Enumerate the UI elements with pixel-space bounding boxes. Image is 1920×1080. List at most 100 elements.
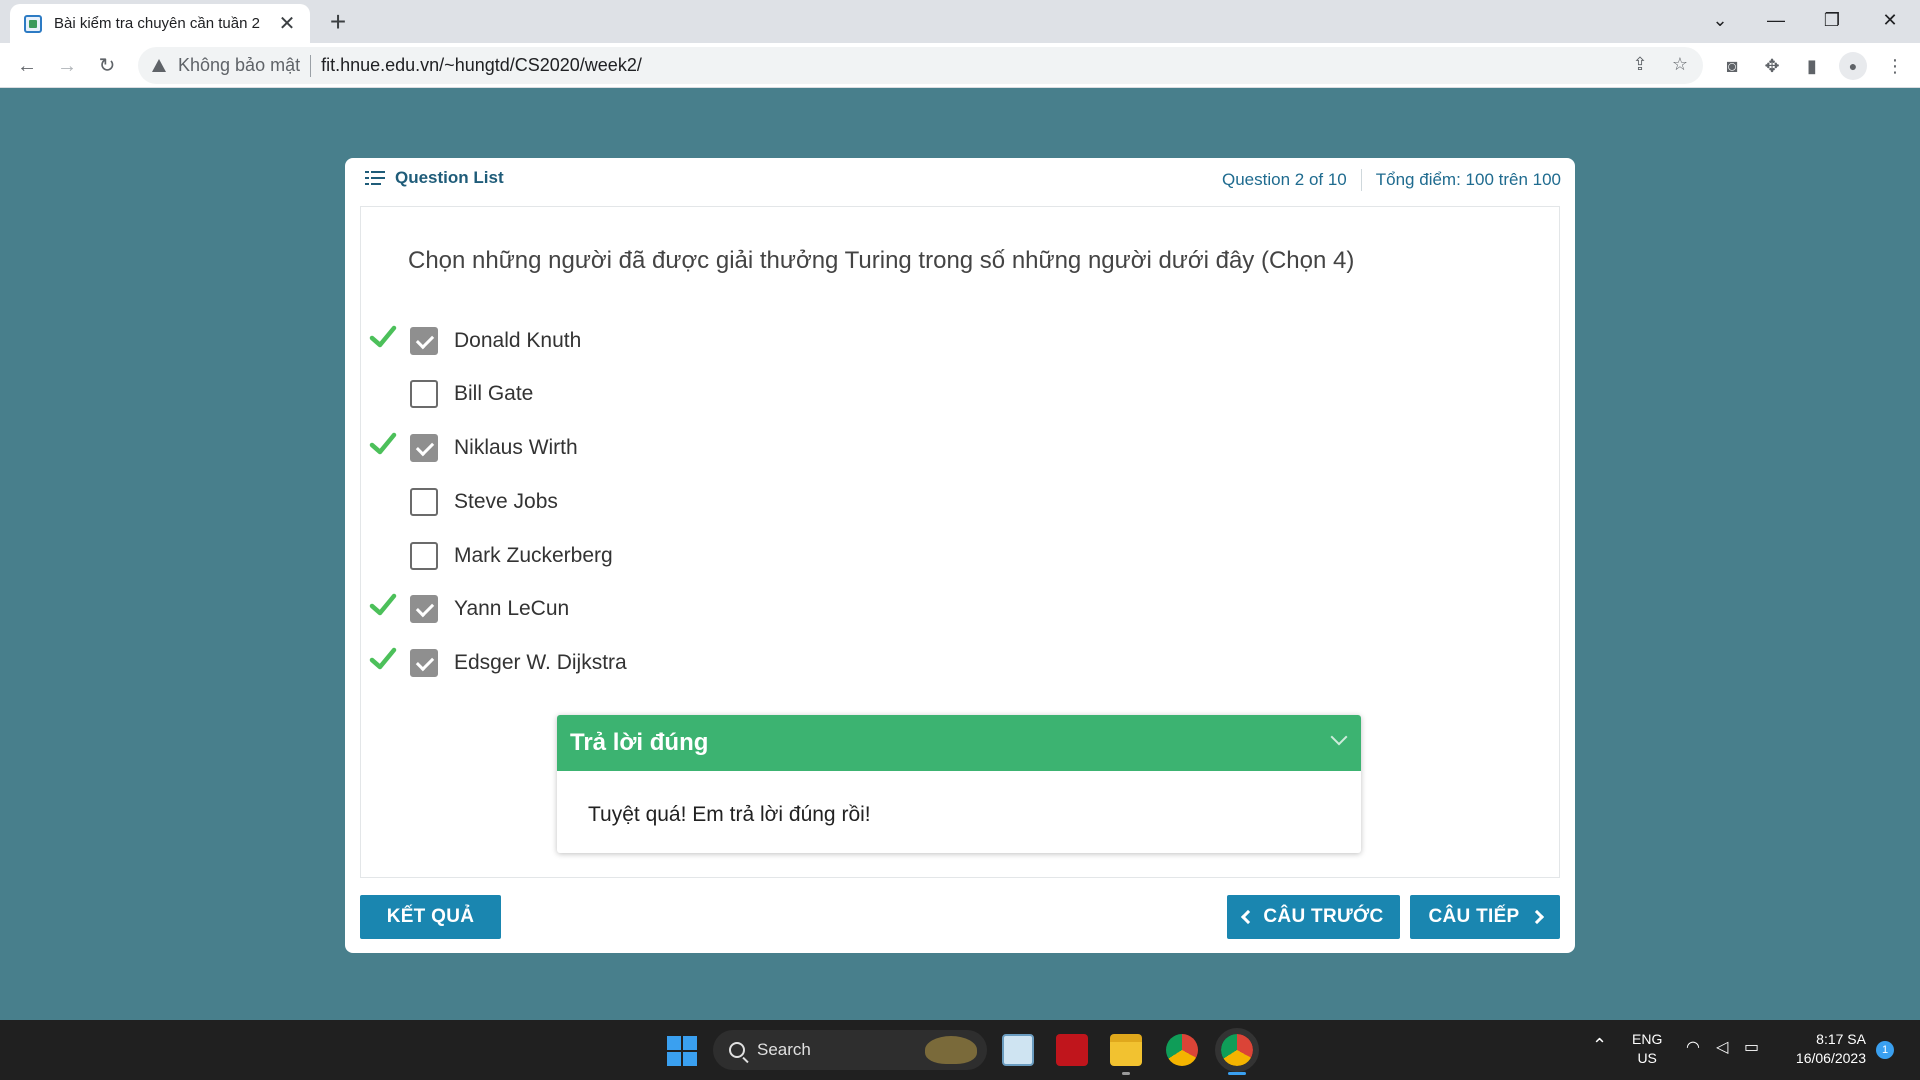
restore-button[interactable]: ❐: [1804, 0, 1860, 40]
answer-label[interactable]: Niklaus Wirth: [454, 436, 578, 460]
question-panel: Chọn những người đã được giải thưởng Tur…: [360, 206, 1560, 878]
camera-icon[interactable]: ◙: [1715, 49, 1749, 83]
language-indicator[interactable]: ENG US: [1632, 1030, 1662, 1068]
search-icon: [729, 1042, 745, 1058]
chrome-icon[interactable]: [1166, 1034, 1198, 1066]
question-list-button[interactable]: Question List: [365, 168, 504, 188]
answer-checkbox[interactable]: [410, 488, 438, 516]
answer-checkbox[interactable]: [410, 380, 438, 408]
new-tab-button[interactable]: +: [322, 6, 354, 38]
app-active-indicator: [1228, 1072, 1246, 1075]
answer-option[interactable]: Steve Jobs: [361, 480, 961, 520]
address-bar-actions: ⇪ ☆: [1627, 51, 1693, 77]
feedback-box: Trả lời đúng Tuyệt quá! Em trả lời đúng …: [557, 715, 1361, 853]
list-icon: [365, 171, 385, 185]
answer-checkbox[interactable]: [410, 595, 438, 623]
correct-check-icon: [369, 647, 397, 670]
address-separator: [310, 54, 312, 77]
previous-button-label: CÂU TRƯỚC: [1263, 906, 1384, 927]
taskbar-search-box[interactable]: Search: [713, 1030, 987, 1070]
answer-option[interactable]: Bill Gate: [361, 372, 961, 412]
tab-title: Bài kiểm tra chuyên cần tuần 2: [54, 15, 260, 32]
header-divider: [1360, 169, 1362, 191]
taskbar: Search ⌃ ENG US ◠ ◁ ▭ 8:17 SA 16/06/2023…: [0, 1020, 1920, 1080]
next-button-label: CÂU TIẾP: [1428, 906, 1520, 927]
file-explorer-icon[interactable]: [1110, 1034, 1142, 1066]
app-running-indicator: [1122, 1072, 1130, 1075]
answer-option[interactable]: Edsger W. Dijkstra: [361, 641, 961, 681]
quiz-card: Question List Question 2 of 10 Tổng điểm…: [345, 158, 1575, 953]
feedback-message: Tuyệt quá! Em trả lời đúng rồi!: [588, 803, 871, 826]
show-hidden-icons-chevron-icon[interactable]: ⌃: [1592, 1036, 1607, 1055]
result-button-label: KẾT QUẢ: [386, 906, 475, 927]
answer-option[interactable]: Yann LeCun: [361, 587, 961, 627]
correct-check-icon: [369, 325, 397, 348]
answer-checkbox[interactable]: [410, 434, 438, 462]
reload-icon[interactable]: ↻: [90, 49, 124, 83]
monitor-app-icon[interactable]: [1002, 1034, 1034, 1066]
feedback-title: Trả lời đúng: [570, 729, 709, 756]
clock[interactable]: 8:17 SA 16/06/2023: [1784, 1030, 1866, 1068]
clock-time: 8:17 SA: [1816, 1031, 1866, 1047]
browser-toolbar: ← → ↻ Không bảo mật fit.hnue.edu.vn/~hun…: [0, 43, 1920, 88]
back-arrow-icon[interactable]: ←: [10, 49, 44, 83]
answer-option[interactable]: Donald Knuth: [361, 319, 961, 359]
profile-avatar-icon[interactable]: ●: [1839, 52, 1867, 80]
answer-label[interactable]: Steve Jobs: [454, 490, 558, 514]
close-window-button[interactable]: ✕: [1862, 0, 1918, 40]
search-highlight-image: [925, 1036, 977, 1064]
wifi-icon[interactable]: ◠: [1686, 1038, 1700, 1057]
share-icon[interactable]: ⇪: [1627, 51, 1653, 77]
language-line1: ENG: [1632, 1031, 1663, 1047]
correct-check-icon: [369, 593, 397, 616]
answer-checkbox[interactable]: [410, 542, 438, 570]
browser-tab-bar: Bài kiểm tra chuyên cần tuần 2 ✕ + ⌄ — ❐…: [0, 0, 1920, 43]
volume-icon[interactable]: ◁: [1716, 1038, 1728, 1057]
chevron-right-icon: [1529, 909, 1544, 925]
answer-checkbox[interactable]: [410, 649, 438, 677]
previous-question-button[interactable]: CÂU TRƯỚC: [1227, 895, 1400, 939]
quiz-header: Question List Question 2 of 10 Tổng điểm…: [345, 158, 1575, 206]
browser-menu-icon[interactable]: ⋮: [1878, 49, 1912, 83]
tab-search-icon[interactable]: ⌄: [1692, 0, 1748, 40]
question-text: Chọn những người đã được giải thưởng Tur…: [408, 247, 1355, 274]
answer-label[interactable]: Yann LeCun: [454, 597, 569, 621]
answer-option[interactable]: Mark Zuckerberg: [361, 534, 961, 574]
answer-option[interactable]: Niklaus Wirth: [361, 426, 961, 466]
extensions-puzzle-icon[interactable]: ✥: [1755, 49, 1789, 83]
question-list-label: Question List: [395, 168, 504, 187]
minimize-button[interactable]: —: [1748, 0, 1804, 40]
chevron-down-icon[interactable]: [1330, 728, 1348, 746]
answer-label[interactable]: Mark Zuckerberg: [454, 544, 613, 568]
security-status[interactable]: Không bảo mật: [178, 55, 300, 76]
tab-close-icon[interactable]: ✕: [276, 13, 298, 35]
forward-arrow-icon[interactable]: →: [50, 49, 84, 83]
clock-date: 16/06/2023: [1795, 1050, 1866, 1066]
answer-label[interactable]: Bill Gate: [454, 382, 533, 406]
correct-check-icon: [369, 432, 397, 455]
site-favicon-icon: [24, 14, 42, 33]
warning-icon[interactable]: [152, 59, 166, 72]
bookmark-star-icon[interactable]: ☆: [1667, 51, 1693, 77]
red-app-icon[interactable]: [1056, 1034, 1088, 1066]
url-text[interactable]: fit.hnue.edu.vn/~hungtd/CS2020/week2/: [321, 55, 642, 76]
total-score: Tổng điểm: 100 trên 100: [1375, 170, 1561, 189]
answer-label[interactable]: Donald Knuth: [454, 329, 581, 353]
quiz-status: Question 2 of 10 Tổng điểm: 100 trên 100: [1222, 169, 1561, 191]
windows-start-icon[interactable]: [667, 1036, 697, 1066]
browser-tab[interactable]: Bài kiểm tra chuyên cần tuần 2 ✕: [10, 4, 310, 43]
answer-checkbox[interactable]: [410, 327, 438, 355]
side-panel-icon[interactable]: ▮: [1795, 49, 1829, 83]
notification-badge[interactable]: 1: [1876, 1041, 1894, 1059]
chrome-profile-icon[interactable]: [1215, 1028, 1259, 1072]
question-counter: Question 2 of 10: [1222, 170, 1347, 189]
result-button[interactable]: KẾT QUẢ: [360, 895, 501, 939]
language-line2: US: [1637, 1050, 1657, 1066]
chevron-left-icon: [1241, 909, 1256, 925]
next-question-button[interactable]: CÂU TIẾP: [1410, 895, 1560, 939]
address-bar[interactable]: Không bảo mật fit.hnue.edu.vn/~hungtd/CS…: [138, 47, 1703, 84]
search-label: Search: [757, 1040, 811, 1059]
answer-label[interactable]: Edsger W. Dijkstra: [454, 651, 627, 675]
battery-icon[interactable]: ▭: [1744, 1038, 1759, 1057]
feedback-header[interactable]: Trả lời đúng: [557, 715, 1361, 771]
